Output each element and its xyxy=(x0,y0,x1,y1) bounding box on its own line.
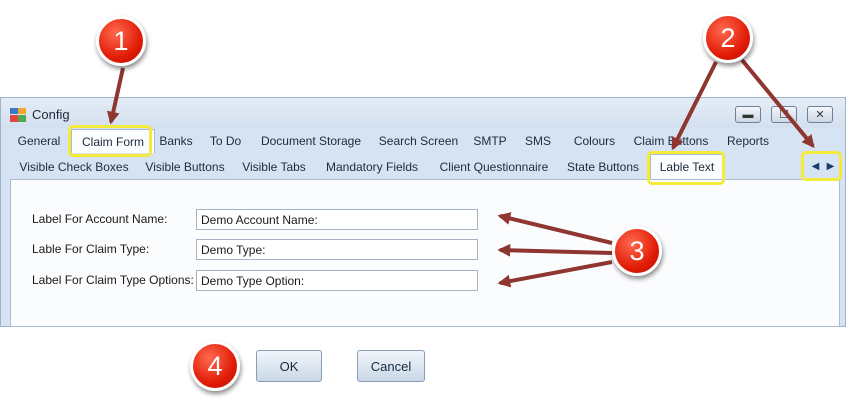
tab-client-questionnaire[interactable]: Client Questionnaire xyxy=(433,154,555,179)
callout-badge-2: 2 xyxy=(703,13,753,63)
account-name-label: Label For Account Name: xyxy=(32,212,168,226)
ok-button[interactable]: OK xyxy=(256,350,322,382)
config-window: Config ▬ ☐ ✕ General Claim Form Banks To… xyxy=(0,97,846,327)
claim-type-input[interactable] xyxy=(196,239,478,260)
tab-reports[interactable]: Reports xyxy=(721,129,775,153)
tab-smtp[interactable]: SMTP xyxy=(470,129,510,153)
cancel-button[interactable]: Cancel xyxy=(357,350,425,382)
account-name-input[interactable] xyxy=(196,209,478,230)
claim-type-options-label: Label For Claim Type Options: xyxy=(32,273,194,287)
tab-scroll-buttons: ◀ ▶ xyxy=(808,156,838,176)
callout-badge-4: 4 xyxy=(190,341,240,391)
tab-state-buttons[interactable]: State Buttons xyxy=(563,154,643,179)
close-icon: ✕ xyxy=(815,109,825,121)
window-title: Config xyxy=(32,107,70,122)
tab-search-screen[interactable]: Search Screen xyxy=(375,129,462,153)
tab-visible-tabs[interactable]: Visible Tabs xyxy=(237,154,311,179)
tab-general[interactable]: General xyxy=(9,129,69,153)
close-button[interactable]: ✕ xyxy=(807,106,833,123)
tab-visible-buttons[interactable]: Visible Buttons xyxy=(140,154,230,179)
minimize-icon: ▬ xyxy=(742,108,754,121)
claim-type-options-input[interactable] xyxy=(196,270,478,291)
tab-banks[interactable]: Banks xyxy=(156,129,196,153)
app-icon xyxy=(10,108,26,122)
tab-claim-form[interactable]: Claim Form xyxy=(71,129,155,153)
maximize-button[interactable]: ☐ xyxy=(771,106,797,123)
title-bar[interactable]: Config ▬ ☐ ✕ xyxy=(1,98,845,128)
callout-badge-1: 1 xyxy=(96,16,146,66)
scroll-right-icon[interactable]: ▶ xyxy=(827,161,835,172)
scroll-left-icon[interactable]: ◀ xyxy=(812,161,820,172)
tab-document-storage[interactable]: Document Storage xyxy=(255,129,367,153)
tab-colours[interactable]: Colours xyxy=(569,129,620,153)
tab-sms[interactable]: SMS xyxy=(521,129,555,153)
lable-text-panel: Label For Account Name: Lable For Claim … xyxy=(10,179,840,327)
minimize-button[interactable]: ▬ xyxy=(735,106,761,123)
callout-badge-3: 3 xyxy=(612,226,662,276)
tab-mandatory-fields[interactable]: Mandatory Fields xyxy=(321,154,423,179)
tab-lable-text[interactable]: Lable Text xyxy=(650,154,724,179)
tab-visible-check-boxes[interactable]: Visible Check Boxes xyxy=(13,154,135,179)
maximize-icon: ☐ xyxy=(779,109,789,121)
tab-claim-buttons[interactable]: Claim Buttons xyxy=(630,129,712,153)
tab-to-do[interactable]: To Do xyxy=(202,129,249,153)
claim-type-label: Lable For Claim Type: xyxy=(32,242,150,256)
